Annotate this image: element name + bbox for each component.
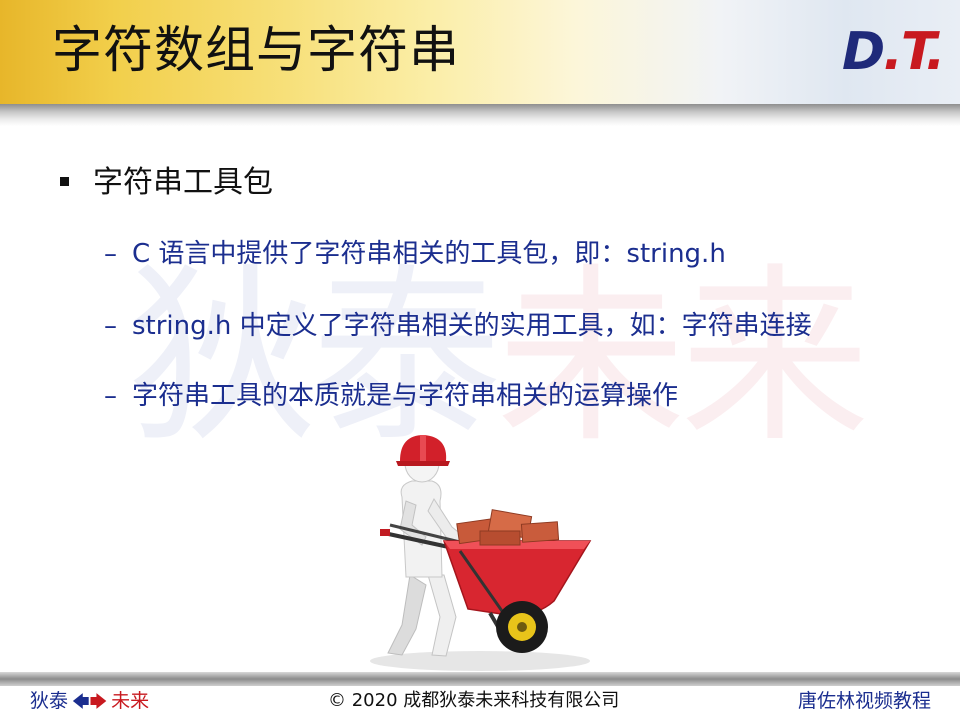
footer-divider: [0, 672, 960, 686]
logo-d: D: [842, 22, 885, 82]
footer-brand: 狄泰 🡄🡆 未来: [30, 688, 149, 715]
main-bullet-text: 字符串工具包: [93, 165, 273, 200]
sub-bullet: – 字符串工具的本质就是与字符串相关的运算操作: [104, 378, 678, 414]
sub-bullet: – string.h 中定义了字符串相关的实用工具，如：字符串连接: [104, 308, 812, 344]
dash-bullet-icon: –: [104, 239, 117, 269]
square-bullet-icon: [60, 177, 69, 186]
worker-wheelbarrow-bricks-icon: [370, 435, 592, 671]
sub-bullet: – C 语言中提供了字符串相关的工具包，即：string.h: [104, 236, 726, 272]
dt-logo: D.T.: [842, 22, 946, 82]
sub-bullet-text: C 语言中提供了字符串相关的工具包，即：string.h: [132, 239, 726, 269]
logo-dot: .: [883, 22, 903, 82]
logo-t: T: [900, 22, 928, 82]
footer-brand-part1: 狄泰: [30, 690, 69, 712]
footer-copyright: © 2020 成都狄泰未来科技有限公司: [328, 690, 620, 711]
main-bullet: 字符串工具包: [60, 160, 273, 206]
header-shadow: [0, 104, 960, 126]
sub-bullet-text: string.h 中定义了字符串相关的实用工具，如：字符串连接: [132, 311, 812, 341]
slide-title: 字符数组与字符串: [52, 21, 460, 79]
sub-bullet-text: 字符串工具的本质就是与字符串相关的运算操作: [132, 381, 679, 411]
dash-bullet-icon: –: [104, 381, 117, 411]
footer-brand-part2: 未来: [111, 690, 150, 712]
logo-dot: .: [925, 22, 946, 82]
dash-bullet-icon: –: [104, 311, 117, 341]
arrow-left-icon: 🡄: [72, 692, 90, 712]
arrow-right-icon: 🡆: [89, 692, 108, 712]
double-arrow-icon: 🡄🡆: [72, 692, 107, 712]
footer-author: 唐佐林视频教程: [798, 690, 932, 712]
